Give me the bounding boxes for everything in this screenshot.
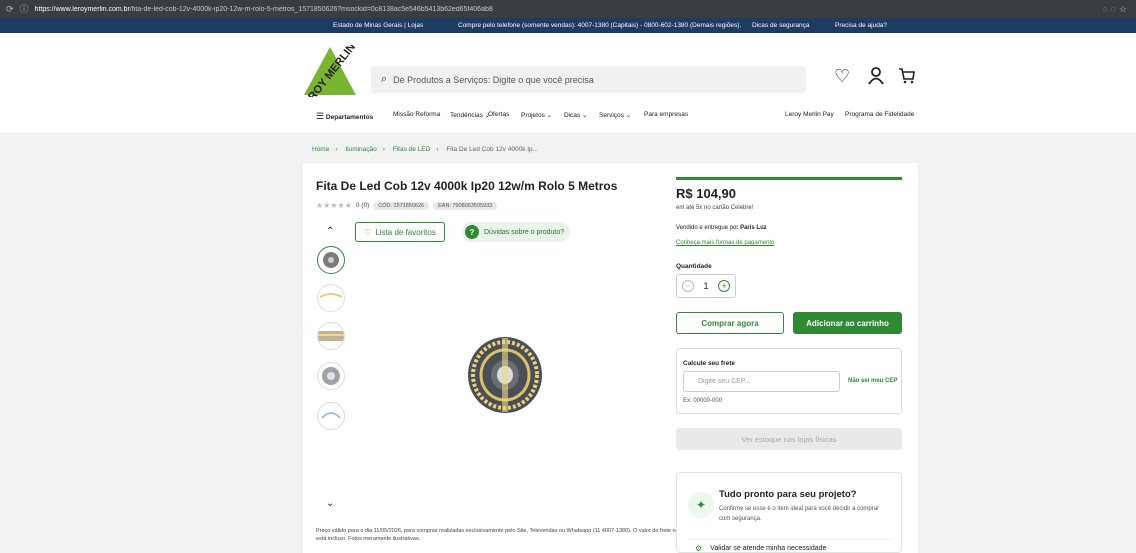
departments-menu[interactable]: ☰ Departamentos (316, 111, 373, 122)
nav-item-fidelidade[interactable]: Programa de Fidelidade (845, 111, 914, 118)
gear-icon: ⚙ (695, 544, 703, 553)
phone-sales-info: Compre pelo telefone (somente vendas): 4… (458, 22, 742, 29)
chevron-right-icon: › (436, 146, 439, 153)
url-host: https://www.leroymerlin.com.br (34, 5, 130, 13)
thumbnail-3[interactable] (317, 322, 345, 350)
breadcrumb-current: Fita De Led Cob 12v 4000k Ip... (446, 146, 539, 153)
quantity-stepper: − 1 + (676, 274, 736, 298)
nav-item-para-empresas[interactable]: Para empresas (644, 111, 688, 118)
url-path: /fita-de-led-cob-12v-4000k-ip20-12w-m-ro… (129, 5, 493, 13)
question-icon: ? (465, 225, 479, 239)
store-stock-button[interactable]: Ver estoque nas lojas físicas (676, 428, 902, 450)
chevron-right-icon: › (335, 146, 338, 153)
questions-label: Dúvidas sobre o produto? (484, 228, 565, 236)
breadcrumb: Home › Iluminação › Fitas de LED › Fita De … (312, 146, 544, 153)
star-rating-icon[interactable]: ★★★★★ (316, 201, 352, 210)
favorites-button[interactable]: ♡ Lista de favoritos (355, 222, 445, 242)
quantity-label: Quantidade (676, 263, 712, 270)
product-main-image[interactable] (460, 330, 550, 420)
buy-now-button[interactable]: Comprar agora (676, 312, 784, 334)
search-icon: ⌕ (381, 73, 388, 85)
product-title: Fita De Led Cob 12v 4000k Ip20 12w/m Rol… (316, 179, 618, 193)
heart-icon: ♡ (364, 227, 372, 237)
heart-icon[interactable]: ♡ (834, 67, 850, 85)
departments-label: Departamentos (325, 114, 374, 121)
address-bar[interactable]: https://www.leroymerlin.com.br/fita-de-l… (35, 6, 1097, 13)
price-disclaimer: Preço válido para o dia 11/05/2026, para… (316, 528, 682, 542)
chevron-up-icon[interactable]: ⌃ (326, 226, 334, 237)
minus-icon[interactable]: − (681, 280, 694, 292)
nav-item-missao-reforma[interactable]: Missão Reforma (393, 111, 440, 118)
seller-name: Paris Luz (740, 225, 767, 231)
add-to-cart-button[interactable]: Adicionar ao carrinho (793, 312, 902, 334)
freight-title: Calcule seu frete (683, 360, 736, 367)
installments-info: em até 5x no cartão Celebre! (676, 205, 754, 211)
top-info-bar: Estado de Minas Gerais | Lojas Compre pe… (0, 18, 1136, 33)
unknown-cep-link[interactable]: Não sei meu CEP (848, 378, 897, 384)
validate-label: Validar se atende minha necessidade (710, 545, 827, 552)
nav-item-ofertas[interactable]: Ofertas (488, 111, 509, 118)
thumbnail-2[interactable] (317, 284, 345, 312)
price-accent-line (676, 177, 902, 180)
plus-icon[interactable]: + (718, 280, 731, 292)
browser-extension-icons[interactable]: ◌◌☆ (1102, 4, 1130, 15)
freight-calculator: Calcule seu frete Não sei meu CEP Ex: 00… (676, 348, 902, 414)
nav-item-leroy-pay[interactable]: Leroy Merlin Pay (785, 111, 834, 118)
breadcrumb-iluminacao[interactable]: Iluminação (345, 146, 376, 153)
quantity-value[interactable]: 1 (703, 281, 708, 291)
thumbnail-1[interactable] (317, 246, 345, 274)
reload-icon[interactable]: ⟳ (6, 4, 14, 14)
chevron-down-icon[interactable]: ⌄ (326, 498, 334, 509)
cep-input[interactable] (683, 371, 840, 392)
ean-badge: EAN: 7908063505933 (433, 201, 498, 210)
user-icon[interactable] (868, 67, 884, 88)
thumbnail-4[interactable] (317, 362, 345, 390)
store-location-link[interactable]: Estado de Minas Gerais | Lojas (333, 22, 423, 29)
product-questions-button[interactable]: ? Dúvidas sobre o produto? (462, 222, 570, 242)
search-bar[interactable]: ⌕ (371, 66, 806, 93)
project-ready-card: ✦ Tudo pronto para seu projeto? Confirme… (676, 472, 902, 553)
seller-info: Vendido e entregue por Paris Luz (676, 225, 767, 231)
cart-icon[interactable] (898, 67, 915, 87)
chevron-right-icon: › (382, 146, 385, 153)
leroy-merlin-logo[interactable]: LEROY MERLIN (298, 41, 359, 114)
breadcrumb-fitas-led[interactable]: Fitas de LED (393, 146, 431, 153)
rating-count[interactable]: 0 (0) (356, 202, 369, 209)
browser-toolbar: ⟳ ⓘ https://www.leroymerlin.com.br/fita-… (0, 0, 1136, 18)
ready-description: Confirme se esse é o item ideal para voc… (719, 506, 880, 522)
nav-item-dicas[interactable]: Dicas ⌄ (564, 111, 588, 119)
product-rating-row: ★★★★★ 0 (0) CÓD. 1571850626 EAN: 7908063… (316, 201, 498, 210)
payment-options-link[interactable]: Conheça mais formas de pagamento (676, 240, 774, 246)
menu-icon: ☰ (316, 111, 325, 121)
validate-need-button[interactable]: ⚙ Validar se atende minha necessidade (687, 539, 892, 553)
help-link[interactable]: Precisa de ajuda? (835, 22, 887, 29)
nav-item-tendencias[interactable]: Tendências ⌄ (450, 111, 490, 119)
thumbnail-5[interactable] (317, 402, 345, 430)
seller-prefix: Vendido e entregue por (676, 225, 741, 231)
product-code-badge: CÓD. 1571850626 (373, 201, 430, 210)
favorites-label: Lista de favoritos (375, 227, 436, 237)
nav-item-servicos[interactable]: Serviços ⌄ (599, 111, 631, 119)
security-tips-link[interactable]: Dicas de segurança (752, 22, 809, 29)
search-input[interactable] (393, 74, 794, 85)
site-header: LEROY MERLIN ⌕ ♡ ☰ Departamentos Missão … (0, 33, 1136, 133)
product-price: R$ 104,90 (676, 186, 736, 201)
ready-title: Tudo pronto para seu projeto? (719, 489, 857, 500)
site-info-icon[interactable]: ⓘ (20, 4, 29, 14)
cep-example: Ex: 00000-000 (683, 398, 723, 404)
nav-item-projetos[interactable]: Projetos ⌄ (521, 111, 552, 119)
breadcrumb-home[interactable]: Home (312, 146, 329, 153)
sparkle-icon: ✦ (688, 492, 714, 518)
